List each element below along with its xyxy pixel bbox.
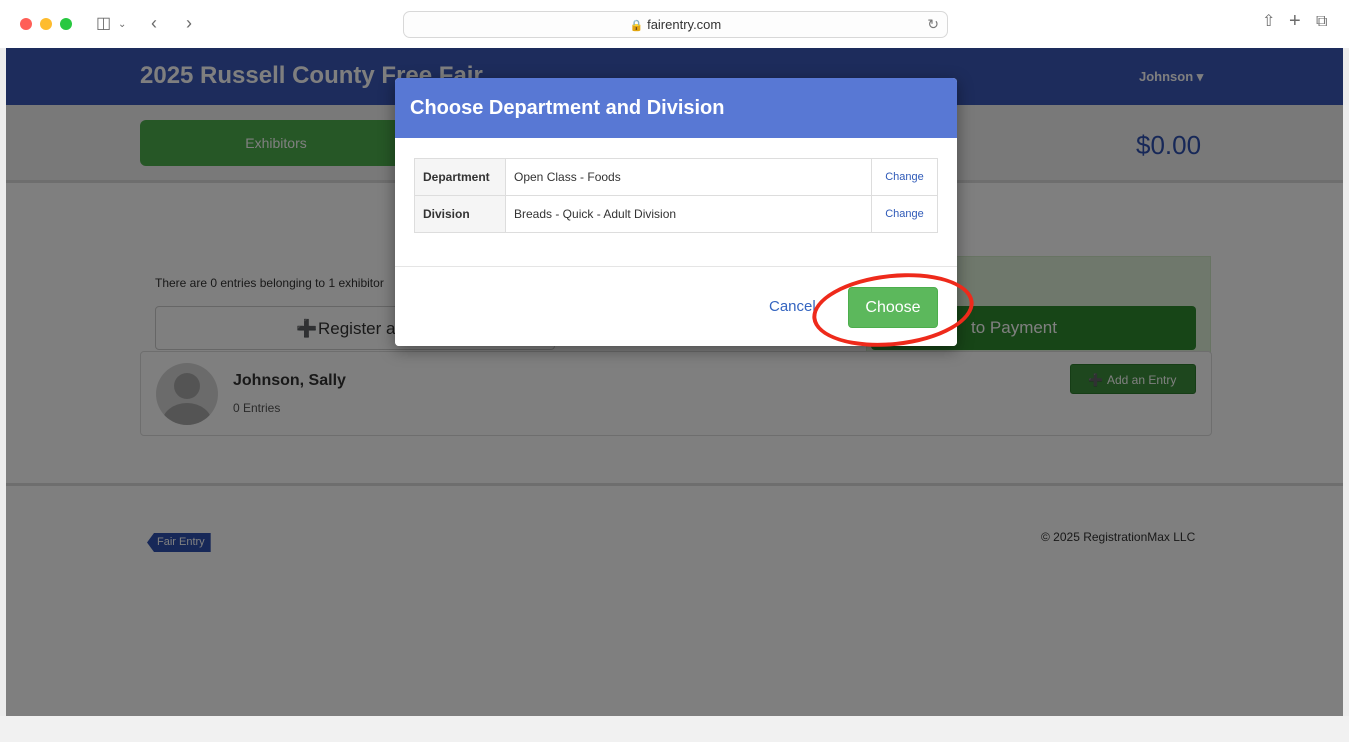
department-label: Department bbox=[414, 158, 506, 196]
dialog-header: Choose Department and Division bbox=[395, 78, 957, 138]
share-icon[interactable]: ⇧ bbox=[1262, 14, 1275, 30]
new-tab-icon[interactable]: + bbox=[1289, 11, 1301, 31]
table-row: Division Breads - Quick - Adult Division… bbox=[414, 195, 938, 233]
table-row: Department Open Class - Foods Change bbox=[414, 158, 938, 196]
tab-overview-icon[interactable]: ⧉ bbox=[1316, 14, 1327, 30]
division-value: Breads - Quick - Adult Division bbox=[505, 195, 872, 233]
change-department-link[interactable]: Change bbox=[871, 158, 938, 196]
lock-icon: 🔒 bbox=[629, 20, 644, 32]
browser-toolbar: ◫ ⌄ ‹ › 🔒 fairentry.com ↻ ⇧ + ⧉ bbox=[0, 0, 1349, 48]
forward-icon[interactable]: › bbox=[186, 14, 192, 32]
reload-icon[interactable]: ↻ bbox=[927, 16, 939, 33]
minimize-window-button[interactable] bbox=[40, 18, 52, 30]
url-label: fairentry.com bbox=[647, 17, 722, 32]
division-label: Division bbox=[414, 195, 506, 233]
window-bottom bbox=[0, 716, 1349, 742]
department-division-table: Department Open Class - Foods Change Div… bbox=[414, 158, 938, 233]
url-text: 🔒 fairentry.com bbox=[404, 17, 947, 32]
close-window-button[interactable] bbox=[20, 18, 32, 30]
back-icon[interactable]: ‹ bbox=[151, 14, 157, 32]
dialog-title: Choose Department and Division bbox=[410, 97, 725, 119]
zoom-window-button[interactable] bbox=[60, 18, 72, 30]
cancel-button[interactable]: Cancel bbox=[769, 298, 816, 315]
sidebar-icon[interactable]: ◫ bbox=[96, 16, 111, 32]
department-value: Open Class - Foods bbox=[505, 158, 872, 196]
address-bar[interactable]: 🔒 fairentry.com ↻ bbox=[403, 11, 948, 38]
change-division-link[interactable]: Change bbox=[871, 195, 938, 233]
chevron-down-icon[interactable]: ⌄ bbox=[118, 17, 126, 33]
